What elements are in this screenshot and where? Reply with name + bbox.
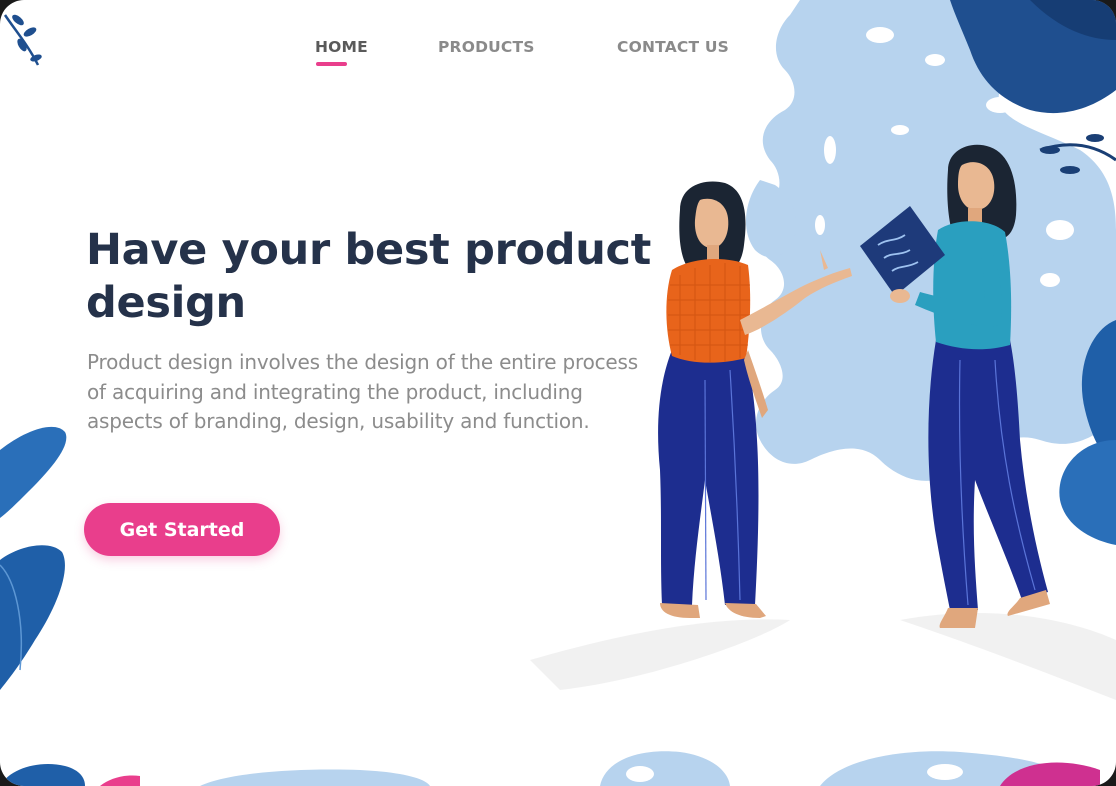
hero-title: Have your best product design — [86, 225, 651, 328]
get-started-button[interactable]: Get Started — [84, 503, 280, 556]
nav-products[interactable]: PRODUCTS — [438, 38, 535, 56]
leaves-left — [0, 426, 67, 690]
nav-home[interactable]: HOME — [315, 38, 368, 56]
top-nav: HOME PRODUCTS CONTACT US — [0, 38, 1116, 78]
floor-shadows — [530, 612, 1116, 700]
active-nav-indicator — [316, 62, 347, 66]
hero-description: Product design involves the design of th… — [87, 350, 638, 433]
landing-page: HOME PRODUCTS CONTACT US Have your best … — [0, 0, 1116, 786]
nav-contact-us[interactable]: CONTACT US — [617, 38, 729, 56]
